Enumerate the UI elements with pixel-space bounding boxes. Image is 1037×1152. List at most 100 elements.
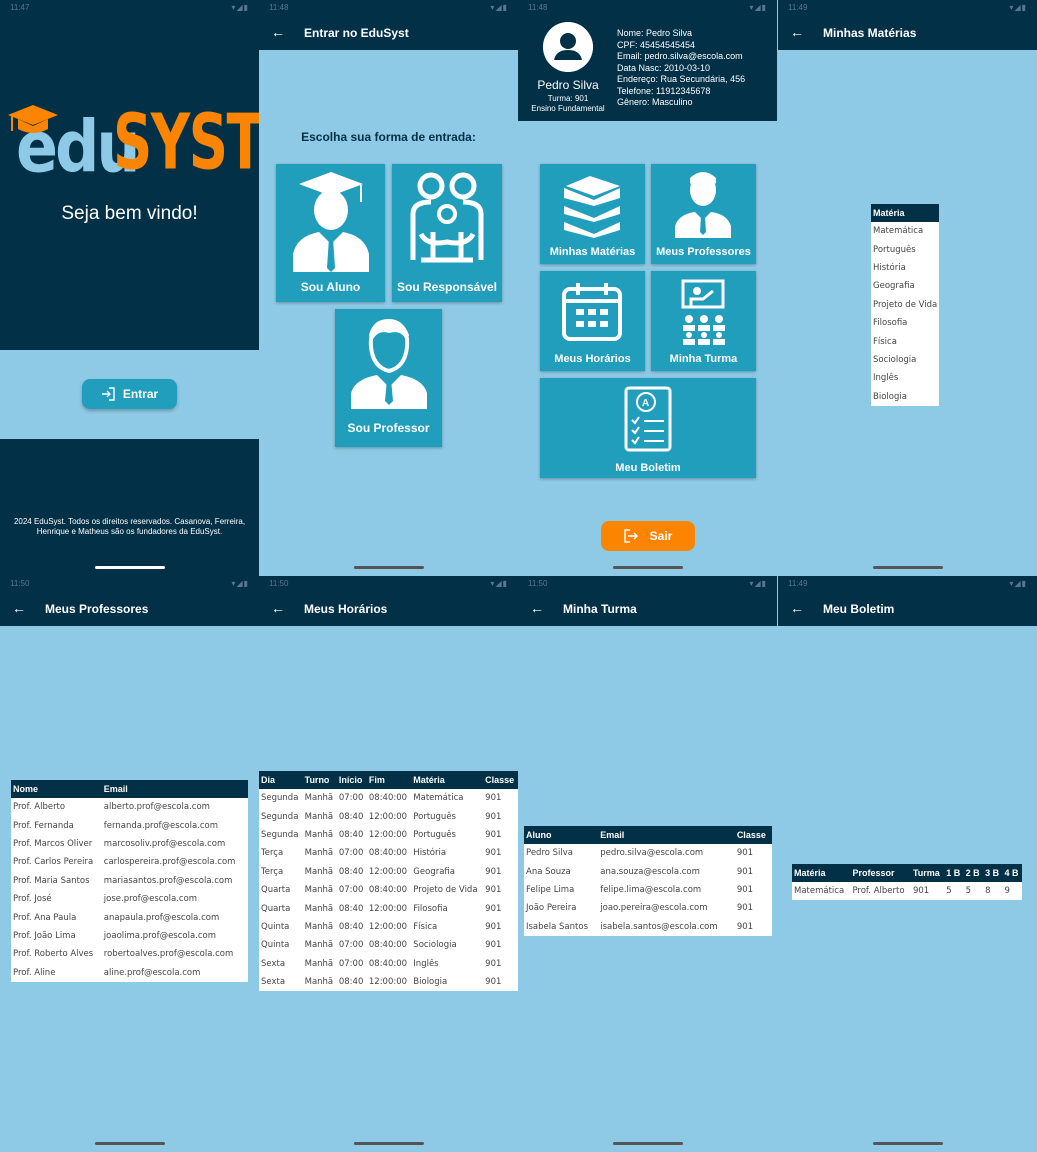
schedule-tile[interactable]: Meus Horários <box>540 271 645 371</box>
home-indicator <box>95 566 165 569</box>
schedule-tile-label: Meus Horários <box>554 353 631 365</box>
column-header: Turno <box>302 771 337 789</box>
table-cell: 8 <box>985 886 991 897</box>
table-row: Isabela Santos isabela.santos@escola.com 9… <box>524 918 772 936</box>
app-bar: 11:49 ▾◢▮ ← Meu Boletim <box>778 576 1037 626</box>
table-cell: Prof. Carlos Pereira <box>13 857 94 868</box>
subjects-screen: 11:49 ▾◢▮ ← Minhas Matérias Matéria Matem… <box>778 0 1037 576</box>
table-cell: 12:00:00 <box>368 829 408 840</box>
student-option[interactable]: Sou Aluno <box>276 164 385 302</box>
table-cell: 08:40 <box>338 811 364 822</box>
table-cell: joao.pereira@escola.com <box>600 903 708 914</box>
table-cell: Prof. Alberto <box>852 886 905 897</box>
table-cell: 12:00:00 <box>368 903 408 914</box>
teachers-tile-label: Meus Professores <box>656 246 751 258</box>
table-cell: Quinta <box>261 921 290 932</box>
table-cell: Manhã <box>304 921 334 932</box>
table-cell: Manhã <box>304 903 334 914</box>
table-cell: 901 <box>485 793 502 804</box>
graduate-student-icon <box>293 172 369 272</box>
calendar-icon <box>562 283 622 341</box>
back-arrow-icon[interactable]: ← <box>790 24 804 40</box>
signal-icon: ▾◢▮ <box>1009 3 1027 12</box>
signal-icon: ▾◢▮ <box>231 3 249 12</box>
column-header: 2 B <box>963 864 984 882</box>
enter-button[interactable]: Entrar <box>82 379 177 409</box>
subject-cell: Inglês <box>873 373 899 384</box>
teacher-option[interactable]: Sou Professor <box>335 309 442 447</box>
column-header: Dia <box>259 771 303 789</box>
back-arrow-icon[interactable]: ← <box>271 24 285 40</box>
signal-icon: ▾◢▮ <box>490 579 508 588</box>
column-header: Início <box>336 771 367 789</box>
table-cell: 08:40 <box>338 829 364 840</box>
app-bar: 11:50 ▾◢▮ ← Minha Turma <box>518 576 777 626</box>
logout-button[interactable]: Sair <box>601 521 695 551</box>
status-time: 11:47 <box>10 3 30 12</box>
table-row: Física <box>871 332 939 350</box>
app-bar: 11:50 ▾◢▮ ← Meus Horários <box>259 576 518 626</box>
table-row: Prof. Fernanda fernanda.prof@escola.com <box>11 816 248 834</box>
table-cell: 901 <box>485 940 502 951</box>
teachers-tile[interactable]: Meus Professores <box>651 164 756 264</box>
back-arrow-icon[interactable]: ← <box>790 600 804 616</box>
status-time: 11:49 <box>788 579 808 588</box>
table-cell: 08:40:00 <box>368 885 408 896</box>
back-arrow-icon[interactable]: ← <box>12 600 26 616</box>
table-cell: Sexta <box>261 958 286 969</box>
page-title: Meus Professores <box>45 602 149 616</box>
subject-cell: Biologia <box>873 391 907 402</box>
table-cell: carlospereira.prof@escola.com <box>103 857 236 868</box>
status-bar: 11:48 ▾◢▮ <box>259 0 518 16</box>
subject-cell: Projeto de Vida <box>873 299 938 310</box>
table-cell: Projeto de Vida <box>413 885 478 896</box>
page-title: Meus Horários <box>304 602 388 616</box>
table-row: Sociologia <box>871 351 939 369</box>
table-cell: Prof. Ana Paula <box>13 912 77 923</box>
table-cell: alberto.prof@escola.com <box>103 802 210 813</box>
family-icon <box>410 172 484 263</box>
report-card-tile[interactable]: A Meu Boletim <box>540 378 756 478</box>
table-cell: Pedro Silva <box>526 848 574 859</box>
app-bar: 11:48 ▾◢▮ ← Entrar no EduSyst <box>259 0 518 50</box>
table-cell: 08:40 <box>338 903 364 914</box>
table-cell: 08:40 <box>338 866 364 877</box>
table-cell: Quarta <box>261 885 291 896</box>
page-title: Meu Boletim <box>823 602 895 616</box>
table-row: Filosofia <box>871 314 939 332</box>
schedule-screen: 11:50 ▾◢▮ ← Meus Horários Dia Turno Início F… <box>259 576 518 1152</box>
report-card-tile-label: Meu Boletim <box>615 462 681 474</box>
table-row: Quarta Manhã 08:40 12:00:00 Filosofia 901 <box>259 899 518 917</box>
grades-table: Matéria Professor Turma 1 B2 B3 B4 B Matemá… <box>792 864 1022 901</box>
table-cell: 901 <box>485 811 502 822</box>
profile-class: Turma: 901 <box>547 94 589 103</box>
status-bar: 11:49 ▾◢▮ <box>778 0 1037 16</box>
table-cell: 901 <box>736 866 754 877</box>
status-bar: 11:50 ▾◢▮ <box>518 576 777 592</box>
back-arrow-icon[interactable]: ← <box>271 600 285 616</box>
profile-detail-phone: Telefone: 11912345678 <box>617 85 711 96</box>
status-time: 11:50 <box>10 579 30 588</box>
table-cell: 901 <box>736 903 754 914</box>
table-cell: 9 <box>1004 886 1010 897</box>
table-row: Inglês <box>871 369 939 387</box>
table-cell: anapaula.prof@escola.com <box>103 912 220 923</box>
table-cell: pedro.silva@escola.com <box>600 848 704 859</box>
class-tile-label: Minha Turma <box>669 353 738 365</box>
back-arrow-icon[interactable]: ← <box>530 600 544 616</box>
column-header: 3 B <box>983 864 1003 882</box>
table-cell: Prof. Marcos Oliver <box>13 838 93 849</box>
table-row: Ana Souza ana.souza@escola.com 901 <box>524 862 772 880</box>
table-cell: Prof. Aline <box>13 967 56 978</box>
class-tile[interactable]: Minha Turma <box>651 271 756 371</box>
classmates-table: Aluno Email Classe Pedro Silva pedro.silva@… <box>524 826 772 936</box>
table-row: Quinta Manhã 08:40 12:00:00 Física 901 <box>259 918 518 936</box>
home-indicator <box>613 1142 683 1145</box>
table-cell: Segunda <box>261 829 299 840</box>
subject-cell: História <box>873 262 906 273</box>
table-cell: 08:40:00 <box>368 958 408 969</box>
column-header: Aluno <box>524 826 599 844</box>
subject-cell: Sociologia <box>873 354 917 365</box>
guardian-option[interactable]: Sou Responsável <box>392 164 502 302</box>
subjects-tile[interactable]: Minhas Matérias <box>540 164 645 264</box>
